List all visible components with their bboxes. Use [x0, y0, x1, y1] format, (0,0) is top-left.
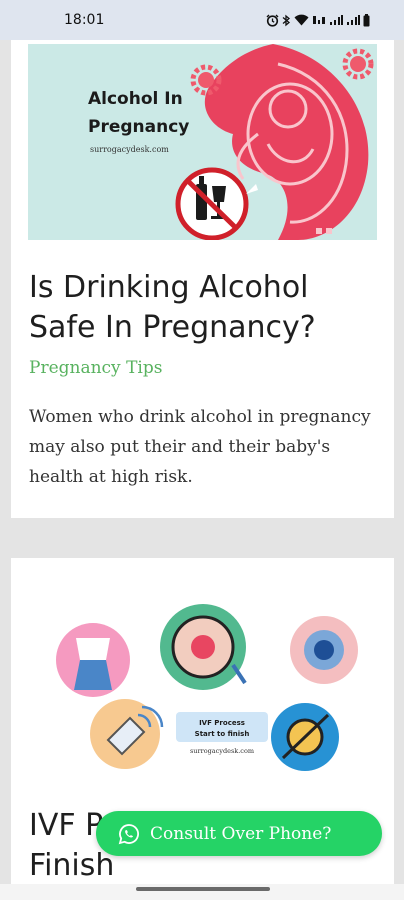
wifi-icon: [294, 14, 309, 26]
image-headline-line1: Alcohol In: [88, 89, 183, 109]
status-icons: [266, 13, 370, 27]
signal-icon: [330, 15, 343, 25]
whatsapp-icon: [118, 823, 139, 844]
volte-icon: [313, 16, 325, 24]
alcohol-pregnancy-illustration: Alcohol In Pregnancy surrogacydesk.com: [28, 44, 377, 240]
article-excerpt: Women who drink alcohol in pregnancy may…: [29, 407, 371, 487]
article-title[interactable]: Is Drinking Alcohol Safe In Pregnancy?: [29, 268, 379, 348]
article-card[interactable]: Alcohol In Pregnancy surrogacydesk.com I…: [11, 40, 394, 518]
image-site: surrogacydesk.com: [190, 747, 254, 755]
status-time: 18:01: [64, 12, 105, 28]
gesture-nav-handle[interactable]: [136, 887, 270, 891]
article-category[interactable]: Pregnancy Tips: [29, 358, 162, 378]
bluetooth-icon: [282, 14, 291, 26]
battery-icon: [363, 13, 370, 26]
image-site: surrogacydesk.com: [90, 145, 169, 154]
article-thumbnail[interactable]: IVF Process Start to finish surrogacydes…: [28, 590, 377, 790]
alarm-icon: [266, 14, 279, 27]
consult-button-label: Consult Over Phone?: [150, 823, 332, 844]
signal-icon: [347, 15, 360, 25]
image-label-line1: IVF Process: [199, 719, 245, 727]
status-bar: 18:01: [0, 0, 404, 40]
article-thumbnail[interactable]: Alcohol In Pregnancy surrogacydesk.com: [28, 44, 377, 240]
consult-over-phone-button[interactable]: Consult Over Phone?: [96, 811, 382, 856]
image-label-line2: Start to finish: [195, 730, 250, 738]
image-headline-line2: Pregnancy: [88, 117, 189, 137]
ivf-process-illustration: IVF Process Start to finish surrogacydes…: [28, 590, 377, 790]
